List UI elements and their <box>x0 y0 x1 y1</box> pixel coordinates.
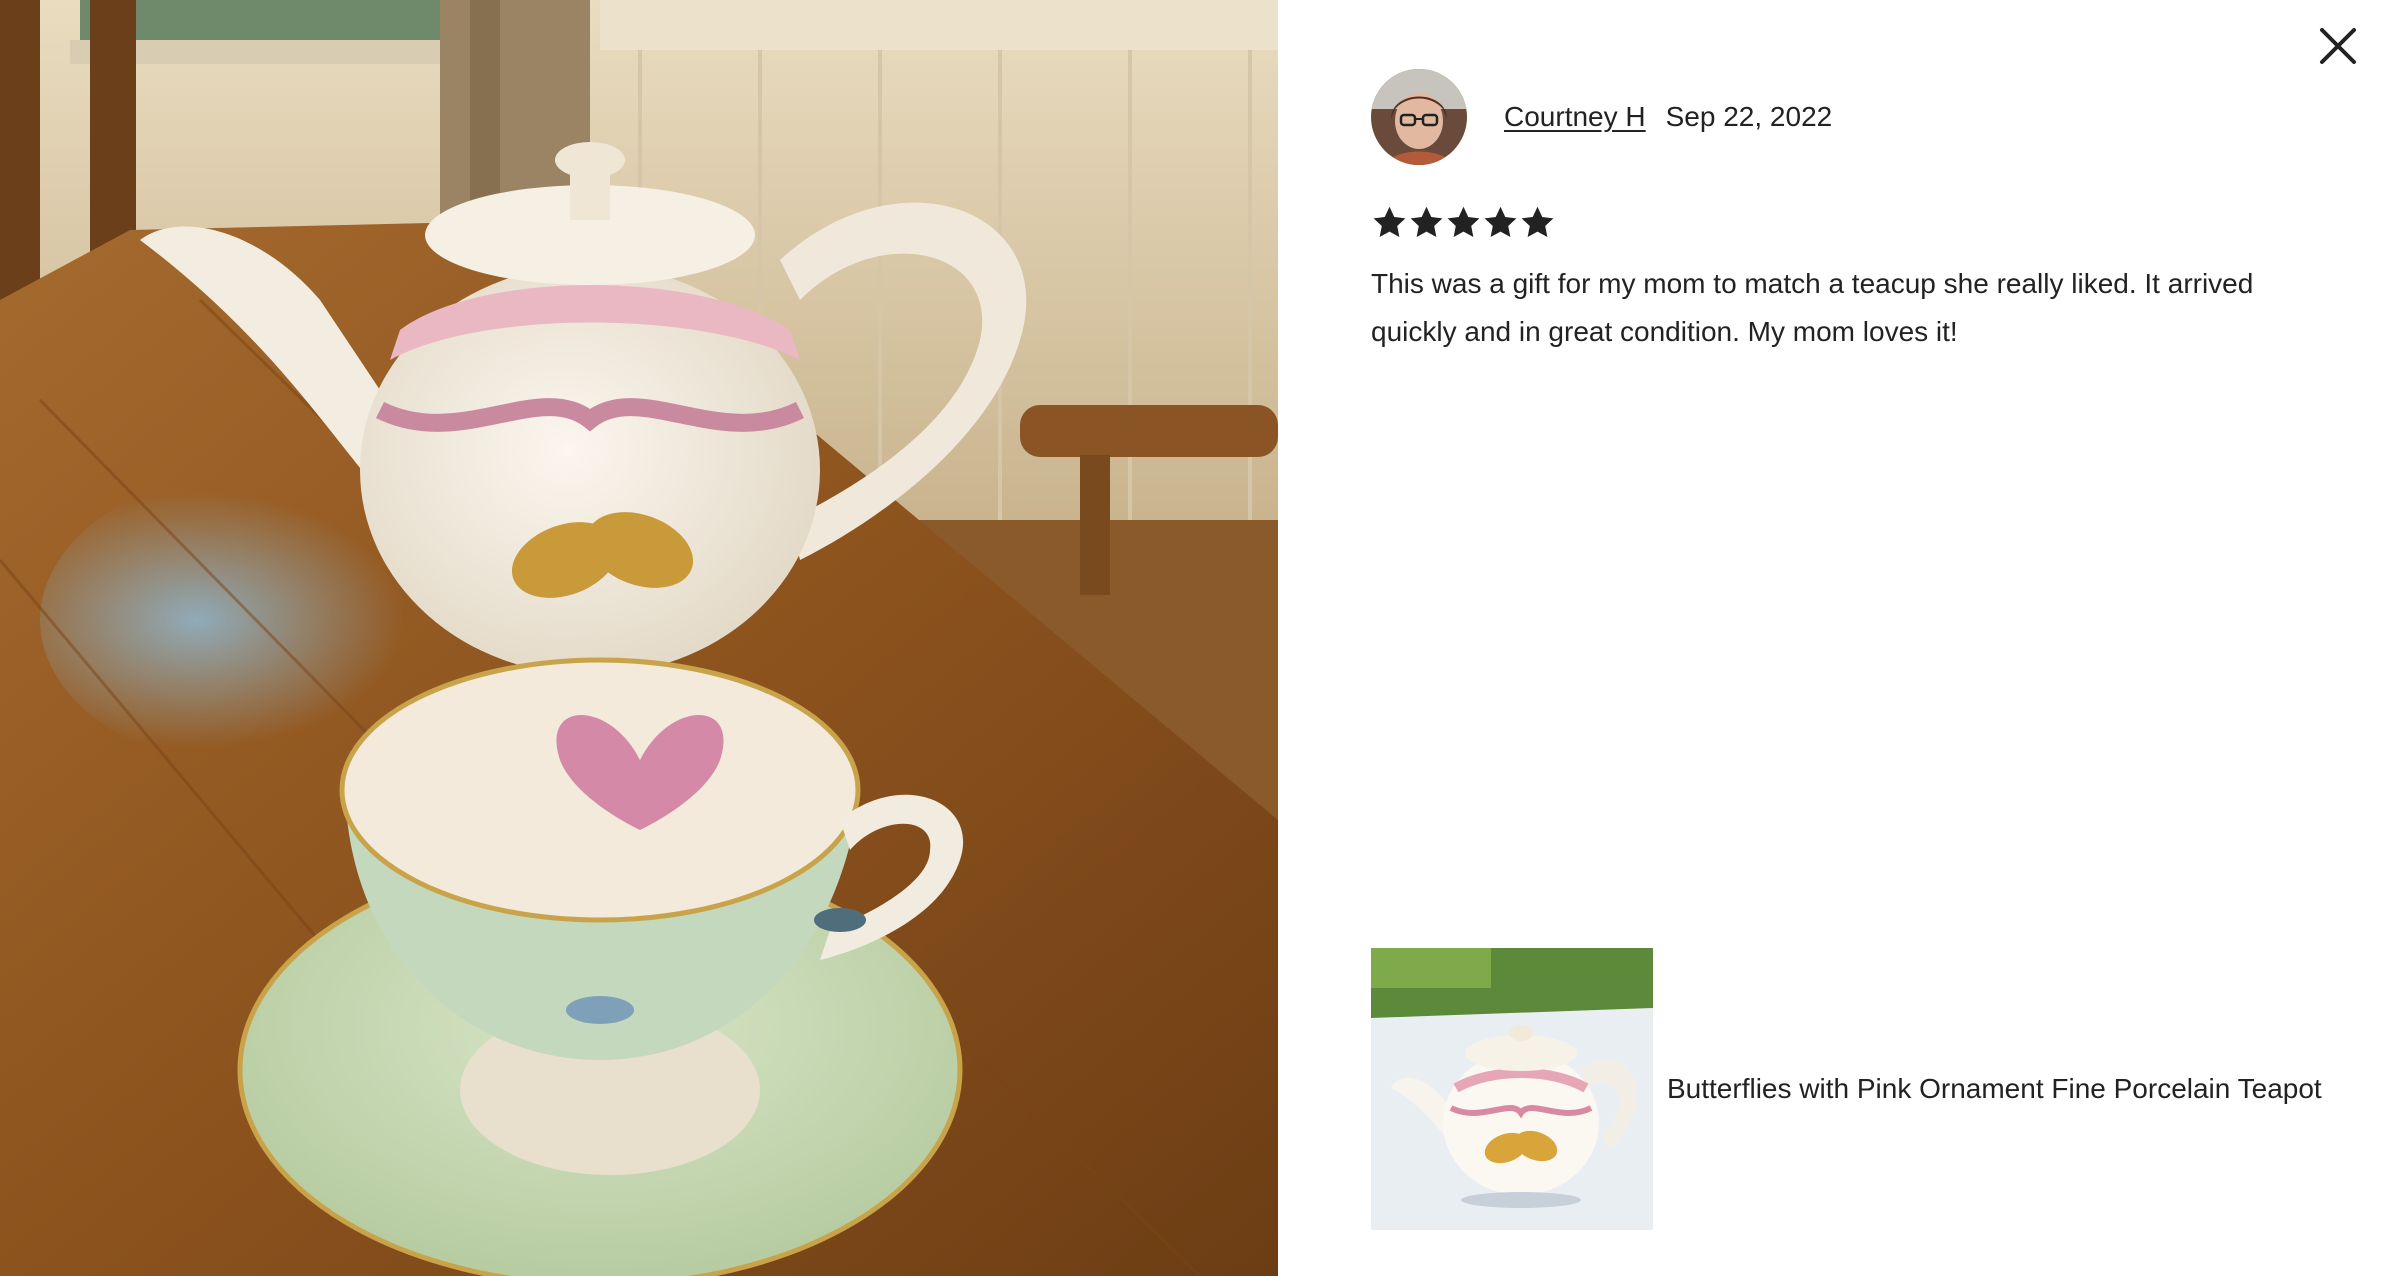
avatar-image <box>1371 69 1467 165</box>
star-icon <box>1484 206 1517 237</box>
reviewer-name-link[interactable]: Courtney H <box>1504 101 1646 133</box>
star-icon <box>1447 206 1480 237</box>
listing-link[interactable]: Butterflies with Pink Ornament Fine Porc… <box>1371 948 2371 1230</box>
review-photo <box>0 0 1278 1276</box>
close-button[interactable] <box>2316 24 2360 68</box>
listing-title[interactable]: Butterflies with Pink Ornament Fine Porc… <box>1667 1073 2371 1105</box>
listing-thumbnail[interactable] <box>1371 948 1653 1230</box>
review-photo-modal: Courtney H Sep 22, 2022 This was a gift … <box>0 0 2396 1276</box>
close-icon <box>2320 28 2356 64</box>
star-icon <box>1373 206 1406 237</box>
review-photo-image <box>0 0 1278 1276</box>
review-date: Sep 22, 2022 <box>1665 101 1833 132</box>
star-icon <box>1521 206 1554 237</box>
avatar[interactable] <box>1371 69 1467 165</box>
review-header: Courtney H Sep 22, 2022 <box>1371 68 1832 166</box>
star-rating <box>1371 204 1556 241</box>
review-text: This was a gift for my mom to match a te… <box>1371 268 2254 347</box>
listing-thumbnail-image <box>1371 948 1653 1230</box>
star-icon <box>1410 206 1443 237</box>
